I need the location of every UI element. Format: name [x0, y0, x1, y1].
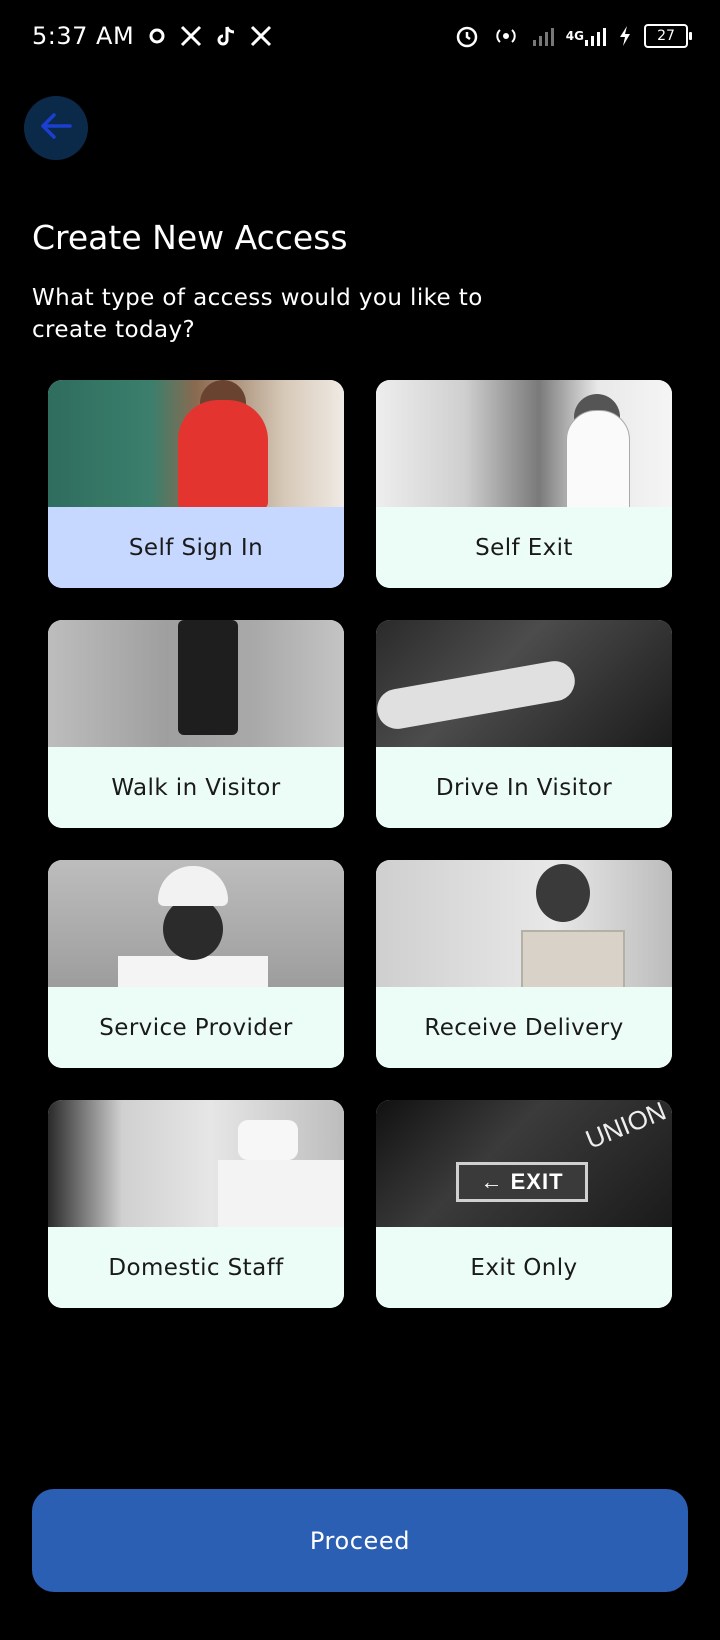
x-icon [250, 25, 272, 47]
network-label: 4G [565, 28, 584, 43]
card-label-area: Service Provider [48, 987, 344, 1068]
card-label: Self Exit [475, 534, 573, 561]
status-time: 5:37 AM [32, 22, 135, 50]
card-label: Walk in Visitor [111, 774, 281, 801]
page-subtitle: What type of access would you like to cr… [32, 285, 483, 343]
card-label: Service Provider [99, 1014, 293, 1041]
status-left: 5:37 AM [32, 22, 272, 50]
access-card-domestic-staff[interactable]: Domestic Staff [48, 1100, 344, 1308]
card-label-area: Domestic Staff [48, 1227, 344, 1308]
access-card-receive-delivery[interactable]: Receive Delivery [376, 860, 672, 1068]
signal-4g-icon: 4G [566, 25, 606, 47]
self-exit-image [376, 380, 672, 507]
back-button[interactable] [24, 96, 88, 160]
battery-indicator: 27 [644, 24, 692, 48]
access-card-walk-in-visitor[interactable]: Walk in Visitor [48, 620, 344, 828]
walk-in-visitor-image [48, 620, 344, 747]
card-label-area: Exit Only [376, 1227, 672, 1308]
arrow-left-icon [38, 111, 74, 145]
drive-in-visitor-image [376, 620, 672, 747]
domestic-staff-image [48, 1100, 344, 1227]
card-label-area: Self Sign In [48, 507, 344, 588]
card-label-area: Self Exit [376, 507, 672, 588]
exit-sign-text: EXIT [510, 1169, 564, 1194]
card-label: Domestic Staff [108, 1254, 284, 1281]
card-label-area: Receive Delivery [376, 987, 672, 1068]
card-label-area: Walk in Visitor [48, 747, 344, 828]
access-card-self-exit[interactable]: Self Exit [376, 380, 672, 588]
status-bar: 5:37 AM 4G 27 [32, 18, 692, 54]
service-provider-image [48, 860, 344, 987]
exit-only-image: ← EXIT UNION [376, 1100, 672, 1227]
self-sign-in-image [48, 380, 344, 507]
access-card-self-sign-in[interactable]: Self Sign In [48, 380, 344, 588]
proceed-button[interactable]: Proceed [32, 1489, 688, 1592]
hotspot-icon [492, 25, 520, 47]
signal-icon [532, 25, 554, 47]
x-icon [180, 25, 202, 47]
access-type-grid: Self Sign In Self Exit Walk in Visitor D… [48, 380, 672, 1308]
access-card-drive-in-visitor[interactable]: Drive In Visitor [376, 620, 672, 828]
card-label: Exit Only [470, 1254, 578, 1281]
sync-icon [148, 27, 166, 45]
charging-icon [618, 25, 632, 47]
card-label: Self Sign In [128, 534, 264, 561]
status-right: 4G 27 [454, 23, 692, 49]
card-label-area: Drive In Visitor [376, 747, 672, 828]
union-sign-text: UNION [581, 1100, 671, 1155]
exit-sign: ← EXIT [456, 1162, 588, 1202]
receive-delivery-image [376, 860, 672, 987]
card-label: Drive In Visitor [435, 774, 613, 801]
exit-sign-arrow: ← [480, 1169, 504, 1194]
card-label: Receive Delivery [424, 1014, 624, 1041]
access-card-service-provider[interactable]: Service Provider [48, 860, 344, 1068]
access-card-exit-only[interactable]: ← EXIT UNION Exit Only [376, 1100, 672, 1308]
proceed-button-label: Proceed [309, 1526, 411, 1555]
tiktok-icon [216, 25, 236, 47]
page-title: Create New Access [32, 218, 348, 257]
alarm-icon [454, 23, 480, 49]
